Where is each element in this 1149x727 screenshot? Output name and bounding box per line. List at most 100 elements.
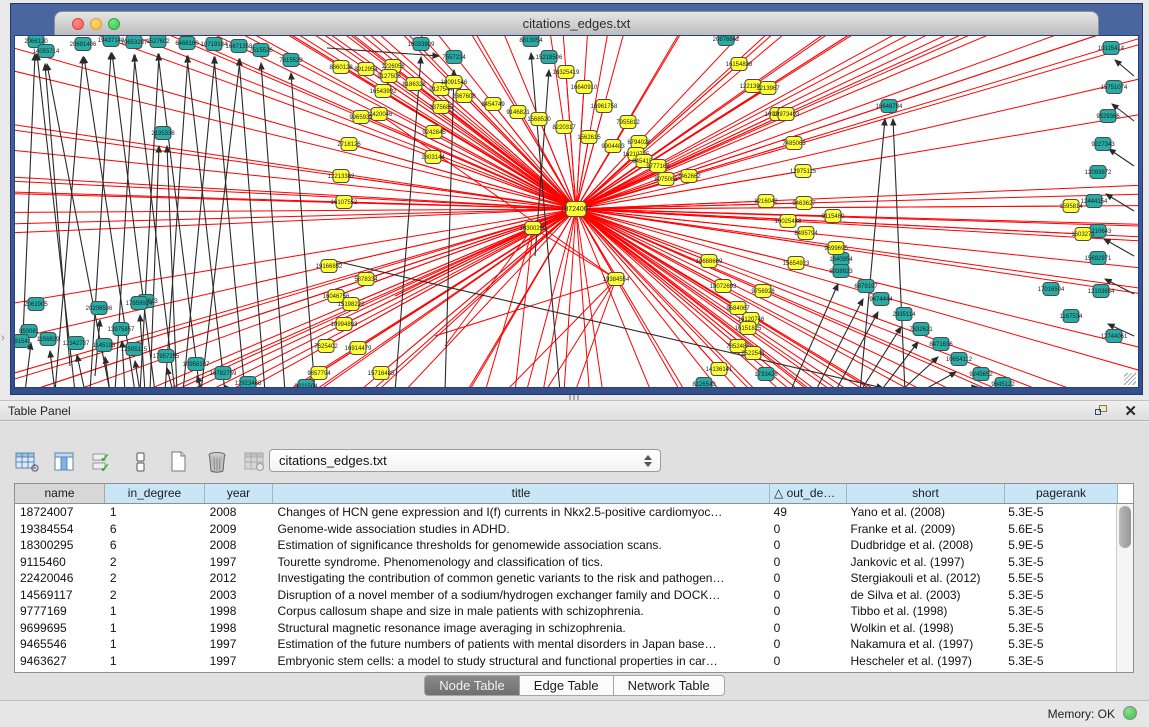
column-header-name[interactable]: name bbox=[15, 484, 105, 503]
cell-out_degree[interactable]: 0 bbox=[769, 636, 846, 653]
collapsed-panel-chevron-icon[interactable]: › bbox=[1, 332, 5, 344]
cell-short[interactable]: Nakamura et al. (1997) bbox=[845, 636, 1003, 653]
cell-out_degree[interactable]: 0 bbox=[769, 587, 846, 604]
cell-short[interactable]: Yano et al. (2008) bbox=[845, 504, 1003, 521]
cell-title[interactable]: Structural magnetic resonance image aver… bbox=[273, 620, 769, 637]
cell-in_degree[interactable]: 2 bbox=[105, 570, 205, 587]
tab-network-table[interactable]: Network Table bbox=[614, 675, 725, 696]
cell-in_degree[interactable]: 2 bbox=[105, 587, 205, 604]
float-panel-icon[interactable] bbox=[1095, 405, 1109, 417]
cell-year[interactable]: 2008 bbox=[205, 504, 273, 521]
cell-year[interactable]: 2008 bbox=[205, 537, 273, 554]
cell-year[interactable]: 2003 bbox=[205, 587, 273, 604]
column-header-in_degree[interactable]: in_degree bbox=[105, 484, 205, 503]
cell-name[interactable]: 9699695 bbox=[15, 620, 105, 637]
table-settings-icon[interactable]: ⚙ bbox=[14, 449, 40, 475]
cell-pagerank[interactable]: 5.3E-5 bbox=[1003, 603, 1116, 620]
cell-year[interactable]: 2009 bbox=[205, 521, 273, 538]
column-header-short[interactable]: short bbox=[847, 484, 1005, 503]
citation-network-graph[interactable]: 2066120140557142069140619437148106532871… bbox=[15, 36, 1138, 387]
cell-name[interactable]: 9777169 bbox=[15, 603, 105, 620]
cell-in_degree[interactable]: 1 bbox=[105, 653, 205, 670]
resize-grip-icon[interactable] bbox=[1124, 373, 1136, 385]
cell-in_degree[interactable]: 1 bbox=[105, 620, 205, 637]
table-row[interactable]: 977716911998Corpus callosum shape and si… bbox=[15, 603, 1116, 620]
cell-name[interactable]: 9463627 bbox=[15, 653, 105, 670]
cell-short[interactable]: Dudbridge et al. (2008) bbox=[845, 537, 1003, 554]
cell-name[interactable]: 22420046 bbox=[15, 570, 105, 587]
network-select-dropdown[interactable]: citations_edges.txt bbox=[269, 449, 661, 472]
table-row[interactable]: 1830029562008Estimation of significance … bbox=[15, 537, 1116, 554]
cell-in_degree[interactable]: 1 bbox=[105, 603, 205, 620]
new-file-icon[interactable] bbox=[166, 449, 192, 475]
cell-out_degree[interactable]: 0 bbox=[769, 521, 846, 538]
cell-pagerank[interactable]: 5.9E-5 bbox=[1003, 537, 1116, 554]
cell-pagerank[interactable]: 5.6E-5 bbox=[1003, 521, 1116, 538]
cell-title[interactable]: Estimation of significance thresholds fo… bbox=[273, 537, 769, 554]
cell-pagerank[interactable]: 5.3E-5 bbox=[1003, 587, 1116, 604]
cell-out_degree[interactable]: 0 bbox=[769, 653, 846, 670]
close-panel-icon[interactable]: ✕ bbox=[1124, 402, 1137, 420]
table-columns-icon[interactable] bbox=[52, 449, 78, 475]
cell-title[interactable]: Tourette syndrome. Phenomenology and cla… bbox=[273, 554, 769, 571]
tab-node-table[interactable]: Node Table bbox=[424, 675, 520, 696]
cell-short[interactable]: Stergiakouli et al. (2012) bbox=[845, 570, 1003, 587]
cell-out_degree[interactable]: 0 bbox=[769, 603, 846, 620]
cell-name[interactable]: 19384554 bbox=[15, 521, 105, 538]
cell-short[interactable]: de Silva et al. (2003) bbox=[845, 587, 1003, 604]
cell-name[interactable]: 9465546 bbox=[15, 636, 105, 653]
cell-short[interactable]: Jankovic et al. (1997) bbox=[845, 554, 1003, 571]
cell-short[interactable]: Franke et al. (2009) bbox=[845, 521, 1003, 538]
cell-title[interactable]: Corpus callosum shape and size in male p… bbox=[273, 603, 769, 620]
select-rows-icon[interactable]: ✓✓ bbox=[90, 449, 116, 475]
cell-in_degree[interactable]: 1 bbox=[105, 504, 205, 521]
cell-name[interactable]: 18724007 bbox=[15, 504, 105, 521]
column-header-pagerank[interactable]: pagerank bbox=[1005, 484, 1118, 503]
cell-pagerank[interactable]: 5.5E-5 bbox=[1003, 570, 1116, 587]
cell-short[interactable]: Hescheler et al. (1997) bbox=[845, 653, 1003, 670]
column-header-out_degree[interactable]: △ out_de… bbox=[770, 484, 847, 503]
cell-name[interactable]: 18300295 bbox=[15, 537, 105, 554]
table-row[interactable]: 2242004622012Investigating the contribut… bbox=[15, 570, 1116, 587]
scrollbar-thumb[interactable] bbox=[1119, 506, 1131, 548]
cell-year[interactable]: 1997 bbox=[205, 554, 273, 571]
table-row[interactable]: 1938455462009Genome-wide association stu… bbox=[15, 521, 1116, 538]
cell-title[interactable]: Disruption of a novel member of a sodium… bbox=[273, 587, 769, 604]
table-row[interactable]: 946554611997Estimation of the future num… bbox=[15, 636, 1116, 653]
cell-title[interactable]: Investigating the contribution of common… bbox=[273, 570, 769, 587]
table-row[interactable]: 969969511998Structural magnetic resonanc… bbox=[15, 620, 1116, 637]
cell-short[interactable]: Tibbo et al. (1998) bbox=[845, 603, 1003, 620]
column-header-year[interactable]: year bbox=[205, 484, 273, 503]
cell-title[interactable]: Embryonic stem cells: a model to study s… bbox=[273, 653, 769, 670]
cell-out_degree[interactable]: 0 bbox=[769, 554, 846, 571]
cell-year[interactable]: 1997 bbox=[205, 636, 273, 653]
cell-title[interactable]: Changes of HCN gene expression and I(f) … bbox=[273, 504, 769, 521]
cell-out_degree[interactable]: 0 bbox=[769, 570, 846, 587]
table-row[interactable]: 1456911722003Disruption of a novel membe… bbox=[15, 587, 1116, 604]
tab-edge-table[interactable]: Edge Table bbox=[520, 675, 614, 696]
cell-out_degree[interactable]: 49 bbox=[769, 504, 846, 521]
cell-pagerank[interactable]: 5.3E-5 bbox=[1003, 653, 1116, 670]
cell-short[interactable]: Wolkin et al. (1998) bbox=[845, 620, 1003, 637]
table-row[interactable]: 946362711997Embryonic stem cells: a mode… bbox=[15, 653, 1116, 670]
delete-icon[interactable] bbox=[204, 449, 230, 475]
cell-pagerank[interactable]: 5.3E-5 bbox=[1003, 554, 1116, 571]
cell-out_degree[interactable]: 0 bbox=[769, 620, 846, 637]
cell-year[interactable]: 1998 bbox=[205, 603, 273, 620]
cell-name[interactable]: 9115460 bbox=[15, 554, 105, 571]
cell-name[interactable]: 14569117 bbox=[15, 587, 105, 604]
cell-in_degree[interactable]: 2 bbox=[105, 554, 205, 571]
table-row[interactable]: 911546021997Tourette syndrome. Phenomeno… bbox=[15, 554, 1116, 571]
network-graph-canvas[interactable]: 2066120140557142069140619437148106532871… bbox=[14, 35, 1139, 388]
cell-year[interactable]: 2012 bbox=[205, 570, 273, 587]
cell-year[interactable]: 1998 bbox=[205, 620, 273, 637]
cell-year[interactable]: 1997 bbox=[205, 653, 273, 670]
table-disabled-icon[interactable] bbox=[242, 449, 268, 475]
cell-pagerank[interactable]: 5.3E-5 bbox=[1003, 636, 1116, 653]
cell-in_degree[interactable]: 6 bbox=[105, 537, 205, 554]
cell-pagerank[interactable]: 5.3E-5 bbox=[1003, 504, 1116, 521]
cell-in_degree[interactable]: 6 bbox=[105, 521, 205, 538]
cell-pagerank[interactable]: 5.3E-5 bbox=[1003, 620, 1116, 637]
column-header-title[interactable]: title bbox=[273, 484, 770, 503]
cell-out_degree[interactable]: 0 bbox=[769, 537, 846, 554]
